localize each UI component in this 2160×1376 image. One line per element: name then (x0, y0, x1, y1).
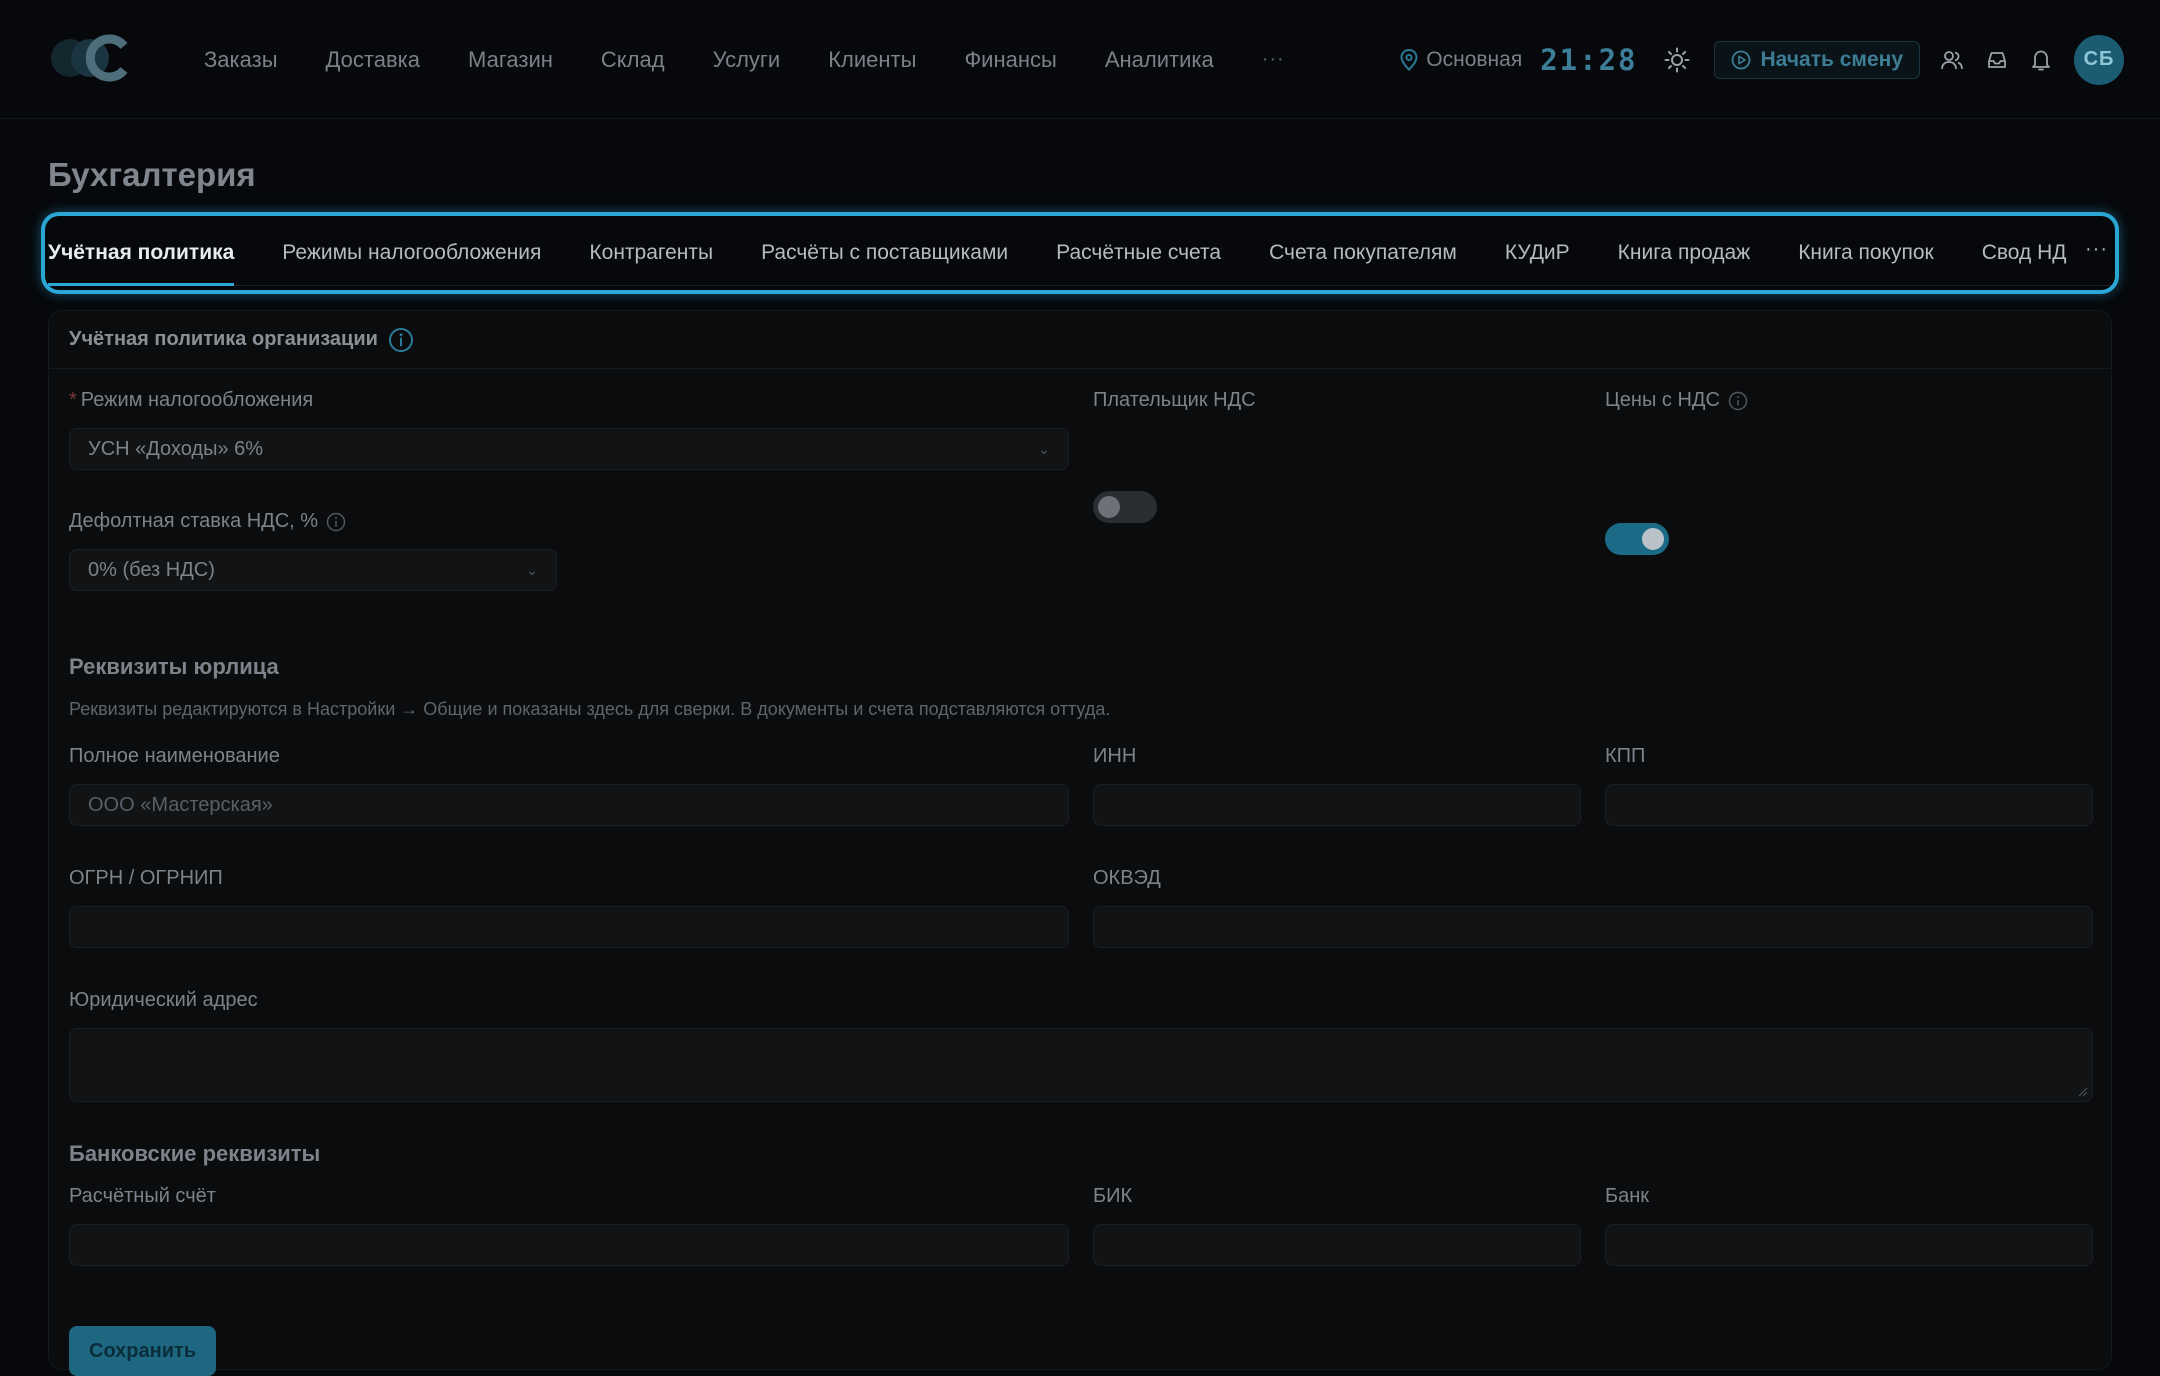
default-vat-value: 0% (без НДС) (88, 558, 215, 581)
toggle-knob (1098, 496, 1120, 518)
address-textarea[interactable] (69, 1028, 2093, 1102)
ogrn-label: ОГРН / ОГРНИП (69, 867, 223, 890)
page-title: Бухгалтерия (48, 156, 256, 193)
inn-label: ИНН (1093, 745, 1136, 768)
prices-with-vat-toggle[interactable] (1605, 523, 1669, 555)
bank-name-label: Банк (1605, 1185, 1649, 1208)
info-icon[interactable] (1728, 391, 1748, 411)
nav-item-warehouse[interactable]: Склад (601, 47, 665, 73)
nav-item-delivery[interactable]: Доставка (326, 47, 420, 73)
default-vat-select[interactable]: 0% (без НДС) ⌄ (69, 549, 557, 591)
user-avatar[interactable]: СБ (2074, 34, 2124, 85)
clock: 21:28 (1540, 42, 1638, 77)
users-button[interactable] (1940, 48, 1964, 72)
nav-more-button[interactable]: ··· (1262, 48, 1285, 71)
vat-payer-toggle[interactable] (1093, 491, 1157, 523)
bank-name-label-text: Банк (1605, 1185, 1650, 1207)
card-title: Учётная политика организации (69, 328, 378, 350)
bank-name-field[interactable] (1605, 1224, 2093, 1266)
kpp-field[interactable] (1605, 784, 2093, 826)
prices-with-vat-label: Цены с НДС (1605, 389, 1748, 412)
okved-label: ОКВЭД (1093, 867, 1161, 890)
account-label-text: Расчётный счёт (69, 1185, 216, 1207)
inn-field[interactable] (1093, 784, 1581, 826)
top-navigation-bar: Заказы Доставка Магазин Склад Услуги Кли… (0, 0, 2160, 119)
bik-label-text: БИК (1093, 1185, 1133, 1207)
okved-label-text: ОКВЭД (1093, 867, 1161, 889)
account-label: Расчётный счёт (69, 1185, 216, 1208)
full-name-value: ООО «Мастерская» (88, 793, 273, 816)
top-right-controls: Основная 21:28 Начать смену СБ (1400, 0, 2124, 119)
app-logo[interactable] (48, 34, 134, 82)
full-name-label: Полное наименование (69, 745, 280, 768)
bik-label: БИК (1093, 1185, 1132, 1208)
vat-payer-label-text: Плательщик НДС (1093, 389, 1256, 411)
default-vat-label: Дефолтная ставка НДС, % (69, 510, 346, 533)
nav-item-orders[interactable]: Заказы (204, 47, 278, 73)
prices-with-vat-label-text: Цены с НДС (1605, 389, 1720, 411)
info-icon[interactable] (388, 327, 414, 353)
tax-mode-label: * Режим налогообложения (69, 389, 313, 412)
address-label: Юридический адрес (69, 989, 258, 1012)
accounting-policy-card: Учётная политика организации * Режим нало… (48, 310, 2112, 1376)
resize-handle-icon[interactable] (2076, 1085, 2088, 1097)
bik-field[interactable] (1093, 1224, 1581, 1266)
notifications-button[interactable] (2030, 48, 2052, 72)
bell-icon (2032, 50, 2050, 70)
chevron-down-icon: ⌄ (526, 561, 538, 578)
okved-field[interactable] (1093, 906, 2093, 948)
card-header: Учётная политика организации (49, 311, 2111, 369)
inn-label-text: ИНН (1093, 745, 1137, 767)
ogrn-field[interactable] (69, 906, 1069, 948)
inbox-icon (1988, 51, 2006, 68)
main-nav: Заказы Доставка Магазин Склад Услуги Кли… (204, 0, 1333, 119)
save-button-label: Сохранить (89, 1339, 197, 1362)
start-shift-label: Начать смену (1760, 47, 1903, 71)
map-pin-icon (1400, 48, 1418, 71)
kpp-label-text: КПП (1605, 745, 1646, 767)
default-vat-label-text: Дефолтная ставка НДС, % (69, 510, 319, 532)
toggle-knob (1642, 528, 1664, 550)
tax-mode-label-text: Режим налогообложения (80, 389, 314, 411)
info-icon[interactable] (326, 512, 346, 532)
account-field[interactable] (69, 1224, 1069, 1266)
chevron-down-icon: ⌄ (1038, 440, 1050, 457)
tax-mode-value: УСН «Доходы» 6% (88, 437, 264, 460)
required-marker: * (69, 389, 77, 411)
nav-item-store[interactable]: Магазин (468, 47, 553, 73)
theme-toggle-button[interactable] (1664, 47, 1690, 73)
bank-section-title: Банковские реквизиты (69, 1141, 321, 1166)
play-circle-icon (1731, 50, 1750, 69)
nav-item-clients[interactable]: Клиенты (828, 47, 916, 73)
address-label-text: Юридический адрес (69, 989, 258, 1011)
location-label: Основная (1426, 47, 1523, 71)
full-name-field[interactable]: ООО «Мастерская» (69, 784, 1069, 826)
ogrn-label-text: ОГРН / ОГРНИП (69, 867, 223, 889)
tax-mode-select[interactable]: УСН «Доходы» 6% ⌄ (69, 428, 1069, 470)
users-icon (1941, 50, 1963, 69)
save-button[interactable]: Сохранить (69, 1326, 217, 1376)
nav-item-finance[interactable]: Финансы (964, 47, 1056, 73)
vat-payer-label: Плательщик НДС (1093, 389, 1256, 412)
location-selector[interactable]: Основная (1400, 48, 1522, 72)
sun-icon (1664, 47, 1690, 72)
nav-item-analytics[interactable]: Аналитика (1105, 47, 1214, 73)
kpp-label: КПП (1605, 745, 1645, 768)
start-shift-button[interactable]: Начать смену (1713, 40, 1920, 79)
nav-item-services[interactable]: Услуги (713, 47, 781, 73)
tabs-focus-highlight (41, 212, 2119, 294)
legal-section-title: Реквизиты юрлица (69, 654, 279, 679)
legal-section-hint: Реквизиты редактируются в Настройки → Об… (69, 699, 1111, 719)
full-name-label-text: Полное наименование (69, 745, 280, 767)
inbox-button[interactable] (1986, 49, 2008, 71)
